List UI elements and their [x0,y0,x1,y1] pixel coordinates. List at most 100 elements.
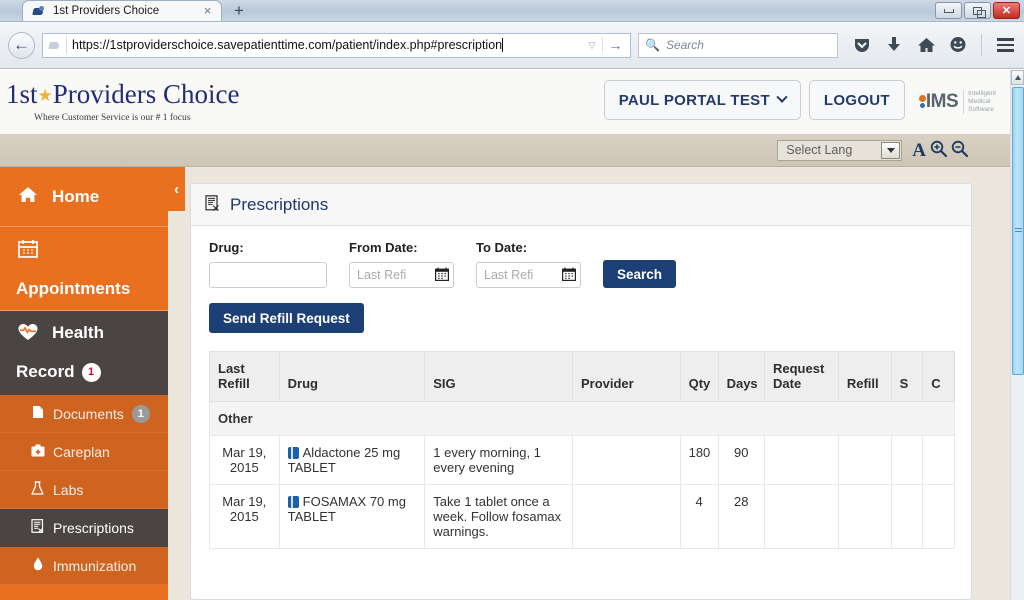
logout-button[interactable]: LOGOUT [808,80,905,120]
downloads-icon[interactable] [883,34,905,56]
window-close-button[interactable]: ✕ [993,2,1020,19]
sidebar-item-immunization[interactable]: Immunization [0,547,168,585]
from-date-label: From Date: [349,240,418,255]
minimize-button[interactable] [935,2,962,19]
back-button[interactable]: ← [8,31,35,59]
sidebar-collapse-button[interactable]: ‹ [168,167,185,211]
cell-request-date [764,435,839,485]
logo-text: 1st★Providers Choice [6,81,240,108]
sidebar-item-health-record[interactable]: Health Record 1 [0,311,168,395]
prescription-icon [30,519,45,536]
cell-drug: FOSAMAX 70 mg TABLET [278,484,426,549]
logo-part1: 1st [6,79,38,109]
maximize-button[interactable] [964,2,991,19]
cell-days: 90 [717,435,766,485]
sidebar-item-label-line2: Record 1 [16,362,168,382]
new-tab-button[interactable]: + [226,1,252,21]
chevron-down-icon [776,91,788,103]
ims-dot-blue-icon [919,102,925,108]
browser-titlebar: 1st Providers Choice × + ✕ [0,0,1024,22]
sidebar-item-label: Health [52,323,104,342]
medication-icon [287,496,299,508]
site-logo[interactable]: 1st★Providers Choice Where Customer Serv… [0,81,240,124]
col-request-date[interactable]: Request Date [764,351,839,402]
text-size-icon[interactable]: A [912,141,926,160]
table-row[interactable]: Mar 19, 2015 FOSAMAX 70 mg TABLET Take 1… [209,484,955,549]
home-icon[interactable] [915,34,937,56]
search-button[interactable]: Search [603,260,677,288]
cell-c[interactable] [922,435,955,485]
zoom-out-icon[interactable] [951,140,969,160]
maximize-icon [973,6,986,18]
toolbar-divider [981,34,982,56]
prescription-icon [205,194,220,215]
col-days[interactable]: Days [717,351,766,402]
sidebar-item-label: Documents [53,405,124,422]
menu-icon[interactable] [994,34,1016,56]
col-s[interactable]: S [890,351,924,402]
sidebar-item-careplan[interactable]: Careplan [0,433,168,471]
col-last-refill[interactable]: Last Refill [209,351,280,402]
zoom-controls: A [912,140,969,160]
send-refill-request-button[interactable]: Send Refill Request [209,303,364,333]
to-date-field-group: To Date: Last Refi [476,240,581,288]
cell-refill[interactable] [837,435,892,485]
to-date-placeholder: Last Refi [484,268,534,282]
drug-input[interactable] [209,262,327,288]
scroll-up-button[interactable] [1011,70,1024,85]
minimize-icon [943,8,954,13]
briefcase-medical-icon [30,444,45,460]
pocket-icon[interactable] [851,34,873,56]
col-refill[interactable]: Refill [837,351,892,402]
browser-toolbar-icons [851,34,1016,56]
page-scrollbar[interactable] [1010,70,1024,600]
col-qty[interactable]: Qty [679,351,719,402]
prescriptions-panel: Prescriptions Drug: From Date: Last Refi… [190,183,972,600]
cell-s[interactable] [890,435,924,485]
sidebar-item-documents[interactable]: Documents 1 [0,395,168,433]
medication-icon [287,447,299,459]
col-c[interactable]: C [922,351,955,402]
table-header-row: Last Refill Drug SIG Provider Qty Days Re… [209,351,955,402]
droplet-icon [30,557,45,574]
zoom-in-icon[interactable] [930,140,948,160]
cell-c[interactable] [922,484,955,549]
sidebar-item-label2: Record [16,362,75,381]
chevron-down-icon[interactable] [881,141,901,159]
go-button[interactable]: → [602,37,628,53]
to-date-input[interactable]: Last Refi [476,262,581,288]
ims-tagline: Intelligent Medical Software [963,89,996,115]
sidebar-item-appointments[interactable]: Appointments [0,227,168,311]
close-icon[interactable]: × [200,3,215,19]
calendar-icon[interactable] [435,267,450,284]
sidebar-item-billing[interactable]: $ Billing [0,585,168,600]
chevron-down-icon[interactable]: ▽ [582,40,602,51]
table-row[interactable]: Mar 19, 2015 Aldactone 25 mg TABLET 1 ev… [209,435,955,485]
sidebar-item-label: Appointments [16,279,131,298]
panel-header: Prescriptions [191,184,971,226]
from-date-input[interactable]: Last Refi [349,262,454,288]
cell-s[interactable] [890,484,924,549]
sidebar-item-label: Labs [53,481,84,498]
col-provider[interactable]: Provider [571,351,681,402]
sidebar-item-label: Prescriptions [53,519,134,536]
ims-vendor-logo: IMS Intelligent Medical Software [918,80,996,120]
sidebar-item-prescriptions[interactable]: Prescriptions [0,509,168,547]
sidebar-item-label: Home [52,186,100,206]
scrollbar-thumb[interactable] [1012,87,1024,375]
col-sig[interactable]: SIG [424,351,573,402]
sidebar-item-home[interactable]: Home [0,167,168,227]
user-menu-button[interactable]: PAUL PORTAL TEST [603,80,801,120]
language-select-value: Select Lang [786,143,853,157]
url-bar[interactable]: https://1stproviderschoice.savepatientti… [42,32,631,58]
browser-search-box[interactable]: 🔍 Search [638,32,838,58]
chat-icon[interactable] [947,34,969,56]
status-badge: 1 [131,404,150,423]
star-icon: ★ [37,86,53,105]
col-drug[interactable]: Drug [278,351,426,402]
calendar-icon[interactable] [562,267,577,284]
language-select[interactable]: Select Lang [777,139,903,161]
browser-tab[interactable]: 1st Providers Choice × [22,0,222,21]
cell-refill[interactable] [837,484,892,549]
sidebar-item-labs[interactable]: Labs [0,471,168,509]
